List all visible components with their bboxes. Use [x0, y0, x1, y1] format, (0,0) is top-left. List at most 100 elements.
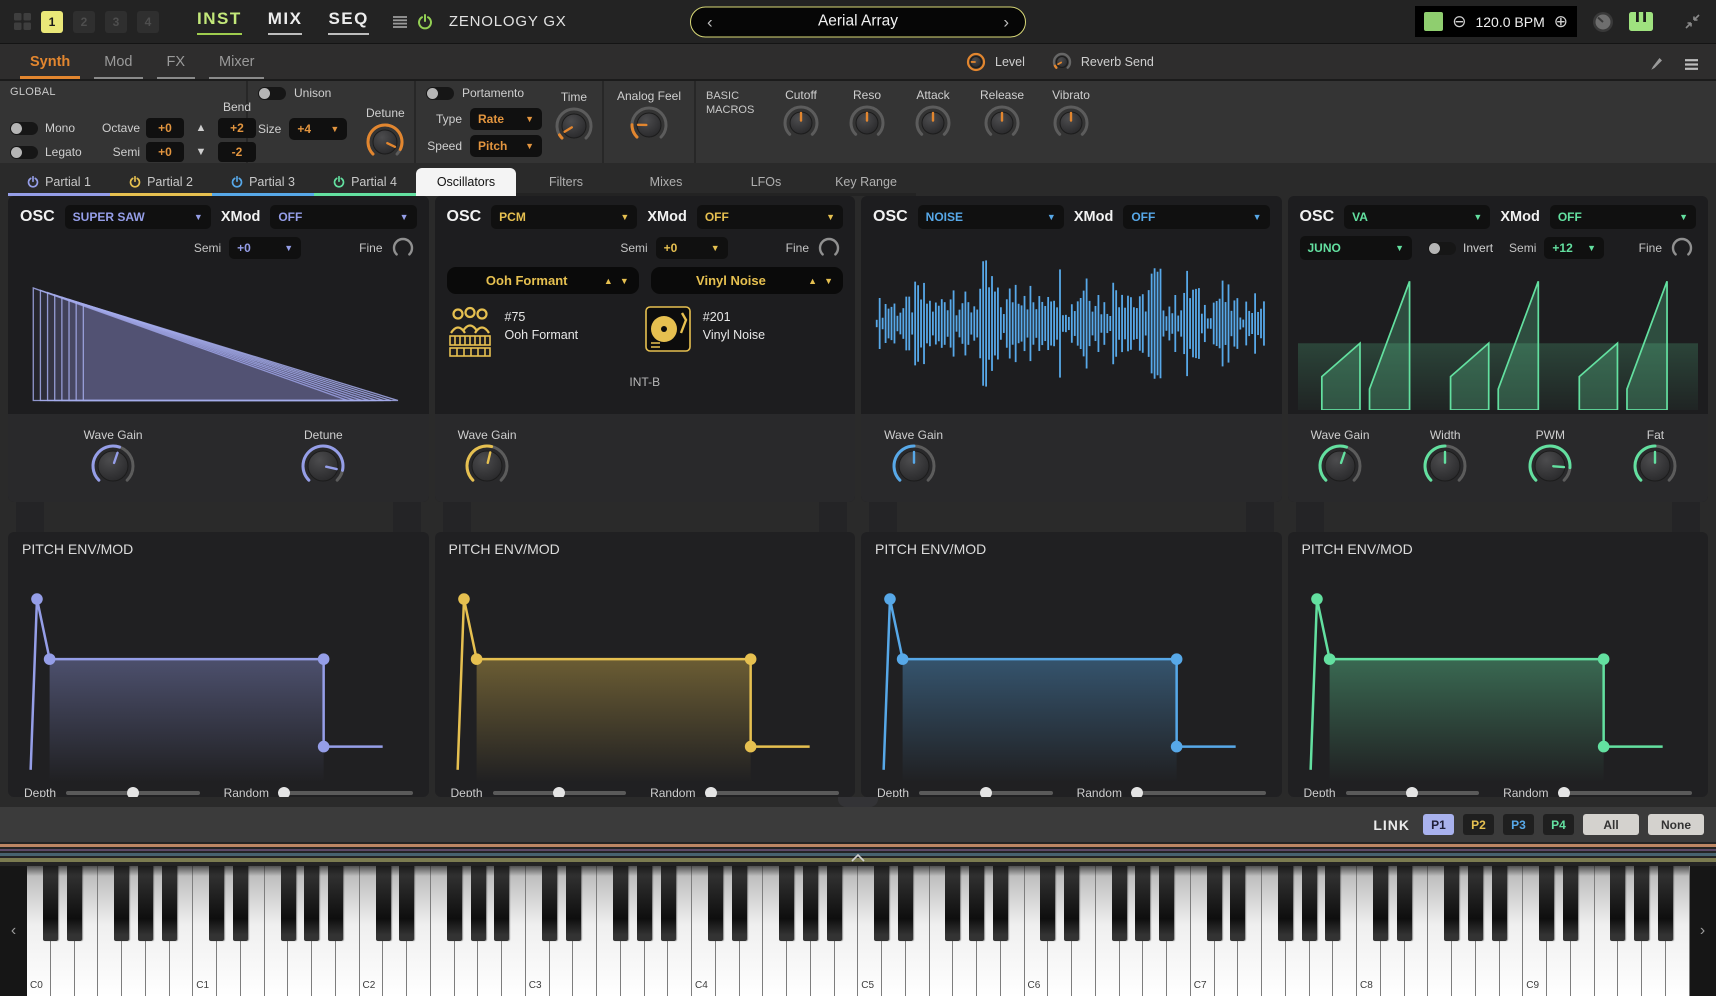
edit-pencil-icon[interactable]	[1650, 57, 1663, 71]
osc4-wavegain-knob[interactable]	[1317, 443, 1363, 489]
pitch-envelope-1[interactable]	[8, 557, 429, 786]
random-slider[interactable]	[705, 786, 839, 797]
black-key[interactable]	[1325, 866, 1340, 941]
mono-toggle[interactable]: Mono	[10, 121, 86, 135]
osc4-xmod-dropdown[interactable]: OFF▼	[1550, 205, 1696, 229]
tab-partial-3[interactable]: Partial 3	[212, 170, 314, 196]
unison-toggle[interactable]: Unison	[258, 86, 404, 100]
portamento-switch[interactable]	[426, 87, 454, 100]
link-none-button[interactable]: None	[1648, 814, 1704, 835]
attack-knob[interactable]	[914, 104, 952, 142]
wave1-down-icon[interactable]: ▼	[620, 276, 629, 286]
tab-mixer[interactable]: Mixer	[209, 54, 264, 79]
semi-value[interactable]: +0	[146, 142, 184, 162]
cutoff-knob[interactable]	[782, 104, 820, 142]
osc4-model-dropdown[interactable]: JUNO▼	[1300, 236, 1413, 260]
black-key[interactable]	[1610, 866, 1625, 941]
link-p3-button[interactable]: P3	[1503, 814, 1534, 835]
vibrato-knob[interactable]	[1052, 104, 1090, 142]
black-key[interactable]	[993, 866, 1008, 941]
black-key[interactable]	[281, 866, 296, 941]
bank-grid-icon[interactable]	[14, 13, 31, 30]
black-key[interactable]	[304, 866, 319, 941]
porta-speed-dropdown[interactable]: Pitch ▼	[470, 135, 542, 157]
tab-partial-4[interactable]: Partial 4	[314, 170, 416, 196]
black-key[interactable]	[803, 866, 818, 941]
black-key[interactable]	[661, 866, 676, 941]
black-key[interactable]	[898, 866, 913, 941]
osc4-invert-switch[interactable]	[1428, 242, 1456, 255]
black-key[interactable]	[233, 866, 248, 941]
osc3-type-dropdown[interactable]: NOISE▼	[918, 205, 1064, 229]
preset-selector[interactable]: ‹ Aerial Array ›	[690, 6, 1026, 37]
black-key[interactable]	[1468, 866, 1483, 941]
black-key[interactable]	[779, 866, 794, 941]
legato-switch[interactable]	[10, 146, 38, 159]
black-key[interactable]	[708, 866, 723, 941]
tempo-increase-icon[interactable]: ⊕	[1554, 13, 1568, 30]
wave2-down-icon[interactable]: ▼	[824, 276, 833, 286]
unison-size-dropdown[interactable]: +4 ▼	[289, 118, 347, 140]
master-knob-icon[interactable]	[1591, 10, 1615, 34]
tab-lfos[interactable]: LFOs	[716, 170, 816, 196]
tab-key-range[interactable]: Key Range	[816, 170, 916, 196]
tab-fx[interactable]: FX	[157, 54, 196, 79]
black-key[interactable]	[209, 866, 224, 941]
black-key[interactable]	[1539, 866, 1554, 941]
black-key[interactable]	[1135, 866, 1150, 941]
osc4-width-knob[interactable]	[1422, 443, 1468, 489]
black-key[interactable]	[874, 866, 889, 941]
collapse-window-icon[interactable]	[1685, 14, 1700, 29]
release-knob[interactable]	[983, 104, 1021, 142]
virtual-keyboard-icon[interactable]	[1629, 12, 1653, 31]
osc2-wave1-selector[interactable]: Ooh Formant ▲ ▼	[447, 267, 639, 294]
mono-switch[interactable]	[10, 122, 38, 135]
osc4-semi-dropdown[interactable]: +12▼	[1544, 237, 1604, 259]
black-key[interactable]	[637, 866, 652, 941]
black-key[interactable]	[1373, 866, 1388, 941]
osc3-wavegain-knob[interactable]	[891, 443, 937, 489]
osc1-type-dropdown[interactable]: SUPER SAW▼	[65, 205, 211, 229]
octave-down-icon[interactable]: ▼	[188, 146, 214, 158]
pitch-envelope-3[interactable]	[861, 557, 1282, 786]
osc4-fat-knob[interactable]	[1632, 443, 1678, 489]
wave2-up-icon[interactable]: ▲	[808, 276, 817, 286]
osc1-semi-dropdown[interactable]: +0▼	[229, 237, 301, 259]
black-key[interactable]	[566, 866, 581, 941]
partial-2-power-icon[interactable]	[129, 176, 141, 188]
tempo-decrease-icon[interactable]: ⊖	[1452, 13, 1466, 30]
keyboard-scroll-left[interactable]: ‹	[0, 866, 27, 996]
tab-mixes[interactable]: Mixes	[616, 170, 716, 196]
partial-3-power-icon[interactable]	[231, 176, 243, 188]
osc2-fine-knob[interactable]	[817, 236, 841, 260]
black-key[interactable]	[1207, 866, 1222, 941]
tab-oscillators[interactable]: Oscillators	[416, 168, 516, 196]
tab-mod[interactable]: Mod	[94, 54, 142, 79]
osc2-xmod-dropdown[interactable]: OFF▼	[697, 205, 843, 229]
nav-inst[interactable]: INST	[197, 9, 242, 35]
black-key[interactable]	[969, 866, 984, 941]
porta-type-dropdown[interactable]: Rate ▼	[470, 108, 542, 130]
black-key[interactable]	[945, 866, 960, 941]
black-key[interactable]	[1064, 866, 1079, 941]
osc1-wavegain-knob[interactable]	[90, 443, 136, 489]
black-key[interactable]	[471, 866, 486, 941]
link-all-button[interactable]: All	[1583, 814, 1639, 835]
black-key[interactable]	[114, 866, 129, 941]
preset-prev-icon[interactable]: ‹	[707, 13, 713, 30]
tab-partial-2[interactable]: Partial 2	[110, 170, 212, 196]
osc3-xmod-dropdown[interactable]: OFF▼	[1123, 205, 1269, 229]
link-p2-button[interactable]: P2	[1463, 814, 1494, 835]
black-key[interactable]	[1563, 866, 1578, 941]
black-key[interactable]	[447, 866, 462, 941]
osc2-wavegain-knob[interactable]	[464, 443, 510, 489]
black-key[interactable]	[494, 866, 509, 941]
nav-mix[interactable]: MIX	[268, 9, 303, 35]
black-key[interactable]	[1634, 866, 1649, 941]
black-key[interactable]	[732, 866, 747, 941]
tempo-sync-swatch[interactable]	[1424, 12, 1443, 31]
black-key[interactable]	[1040, 866, 1055, 941]
keyboard-scroll-right[interactable]: ›	[1689, 866, 1716, 996]
depth-slider[interactable]	[1346, 786, 1480, 797]
black-key[interactable]	[1302, 866, 1317, 941]
